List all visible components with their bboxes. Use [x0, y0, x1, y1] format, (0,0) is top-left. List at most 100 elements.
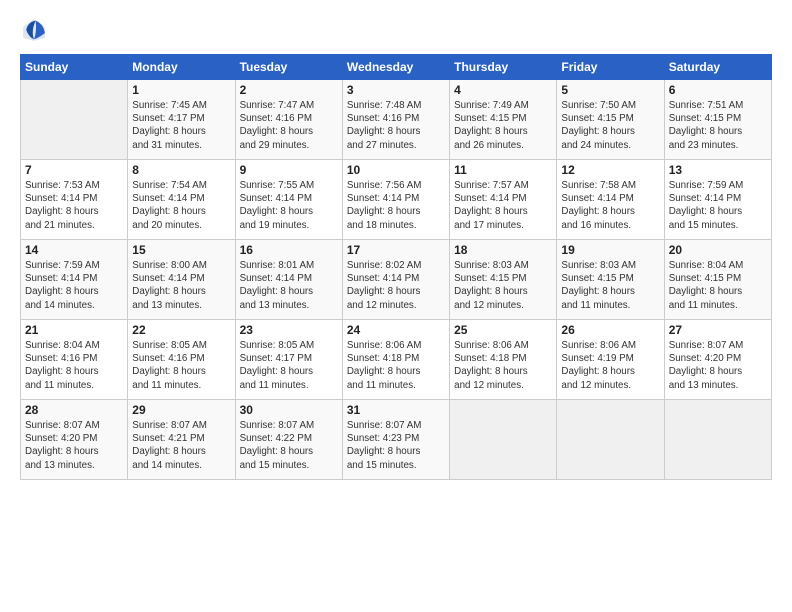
calendar-cell: 14 Sunrise: 7:59 AM Sunset: 4:14 PM Dayli… — [21, 240, 128, 320]
day-number: 2 — [240, 83, 338, 97]
day-info: Sunrise: 7:59 AM Sunset: 4:14 PM Dayligh… — [669, 179, 767, 232]
calendar-cell: 15Sunrise: 8:00 AM Sunset: 4:14 PM Dayli… — [128, 240, 235, 320]
calendar-cell: 31 Sunrise: 8:07 AM Sunset: 4:23 PM Dayli… — [342, 400, 449, 480]
day-number: 1 — [132, 83, 230, 97]
day-info: Sunrise: 7:51 AM Sunset: 4:15 PM Dayligh… — [669, 99, 767, 152]
day-info: Sunrise: 8:06 AM Sunset: 4:18 PM Dayligh… — [454, 339, 552, 392]
day-info: Sunrise: 7:58 AM Sunset: 4:14 PM Dayligh… — [561, 179, 659, 232]
week-row-2: 7 Sunrise: 7:53 AM Sunset: 4:14 PM Daylig… — [21, 160, 772, 240]
day-info: Sunrise: 8:07 AM Sunset: 4:20 PM Dayligh… — [25, 419, 123, 472]
day-number: 28 — [25, 403, 123, 417]
day-number: 24 — [347, 323, 445, 337]
day-info: Sunrise: 8:05 AM Sunset: 4:17 PM Dayligh… — [240, 339, 338, 392]
calendar-cell: 8Sunrise: 7:54 AM Sunset: 4:14 PM Daylig… — [128, 160, 235, 240]
calendar-cell: 4Sunrise: 7:49 AM Sunset: 4:15 PM Daylig… — [450, 80, 557, 160]
calendar-cell: 17 Sunrise: 8:02 AM Sunset: 4:14 PM Dayli… — [342, 240, 449, 320]
day-info: Sunrise: 8:07 AM Sunset: 4:22 PM Dayligh… — [240, 419, 338, 472]
day-number: 21 — [25, 323, 123, 337]
calendar-cell: 28 Sunrise: 8:07 AM Sunset: 4:20 PM Dayli… — [21, 400, 128, 480]
weekday-header-sunday: Sunday — [21, 55, 128, 80]
weekday-header-saturday: Saturday — [664, 55, 771, 80]
calendar-cell: 19 Sunrise: 8:03 AM Sunset: 4:15 PM Dayli… — [557, 240, 664, 320]
day-number: 20 — [669, 243, 767, 257]
day-info: Sunrise: 8:07 AM Sunset: 4:21 PM Dayligh… — [132, 419, 230, 472]
day-info: Sunrise: 8:05 AM Sunset: 4:16 PM Dayligh… — [132, 339, 230, 392]
page: SundayMondayTuesdayWednesdayThursdayFrid… — [0, 0, 792, 612]
day-number: 30 — [240, 403, 338, 417]
day-info: Sunrise: 8:07 AM Sunset: 4:23 PM Dayligh… — [347, 419, 445, 472]
calendar-cell: 3Sunrise: 7:48 AM Sunset: 4:16 PM Daylig… — [342, 80, 449, 160]
day-info: Sunrise: 8:00 AM Sunset: 4:14 PM Dayligh… — [132, 259, 230, 312]
day-number: 14 — [25, 243, 123, 257]
day-info: Sunrise: 8:03 AM Sunset: 4:15 PM Dayligh… — [561, 259, 659, 312]
day-number: 5 — [561, 83, 659, 97]
calendar-cell: 12 Sunrise: 7:58 AM Sunset: 4:14 PM Dayli… — [557, 160, 664, 240]
weekday-header-monday: Monday — [128, 55, 235, 80]
day-info: Sunrise: 8:03 AM Sunset: 4:15 PM Dayligh… — [454, 259, 552, 312]
calendar-cell: 11 Sunrise: 7:57 AM Sunset: 4:14 PM Dayli… — [450, 160, 557, 240]
calendar-cell: 5 Sunrise: 7:50 AM Sunset: 4:15 PM Daylig… — [557, 80, 664, 160]
calendar-table: SundayMondayTuesdayWednesdayThursdayFrid… — [20, 54, 772, 480]
week-row-3: 14 Sunrise: 7:59 AM Sunset: 4:14 PM Dayli… — [21, 240, 772, 320]
day-number: 25 — [454, 323, 552, 337]
weekday-header-wednesday: Wednesday — [342, 55, 449, 80]
day-info: Sunrise: 8:07 AM Sunset: 4:20 PM Dayligh… — [669, 339, 767, 392]
day-info: Sunrise: 7:59 AM Sunset: 4:14 PM Dayligh… — [25, 259, 123, 312]
day-info: Sunrise: 7:57 AM Sunset: 4:14 PM Dayligh… — [454, 179, 552, 232]
calendar-cell: 30 Sunrise: 8:07 AM Sunset: 4:22 PM Dayli… — [235, 400, 342, 480]
calendar-cell: 23Sunrise: 8:05 AM Sunset: 4:17 PM Dayli… — [235, 320, 342, 400]
calendar-cell: 9 Sunrise: 7:55 AM Sunset: 4:14 PM Daylig… — [235, 160, 342, 240]
day-number: 27 — [669, 323, 767, 337]
day-number: 9 — [240, 163, 338, 177]
day-info: Sunrise: 7:47 AM Sunset: 4:16 PM Dayligh… — [240, 99, 338, 152]
day-number: 18 — [454, 243, 552, 257]
calendar-cell — [21, 80, 128, 160]
day-info: Sunrise: 8:04 AM Sunset: 4:16 PM Dayligh… — [25, 339, 123, 392]
day-info: Sunrise: 7:49 AM Sunset: 4:15 PM Dayligh… — [454, 99, 552, 152]
calendar-cell: 26 Sunrise: 8:06 AM Sunset: 4:19 PM Dayli… — [557, 320, 664, 400]
day-number: 19 — [561, 243, 659, 257]
week-row-5: 28 Sunrise: 8:07 AM Sunset: 4:20 PM Dayli… — [21, 400, 772, 480]
week-row-1: 1 Sunrise: 7:45 AM Sunset: 4:17 PM Daylig… — [21, 80, 772, 160]
calendar-cell: 1 Sunrise: 7:45 AM Sunset: 4:17 PM Daylig… — [128, 80, 235, 160]
calendar-cell: 29 Sunrise: 8:07 AM Sunset: 4:21 PM Dayli… — [128, 400, 235, 480]
day-number: 12 — [561, 163, 659, 177]
day-info: Sunrise: 8:02 AM Sunset: 4:14 PM Dayligh… — [347, 259, 445, 312]
day-number: 16 — [240, 243, 338, 257]
calendar-cell: 13Sunrise: 7:59 AM Sunset: 4:14 PM Dayli… — [664, 160, 771, 240]
day-number: 26 — [561, 323, 659, 337]
day-info: Sunrise: 8:06 AM Sunset: 4:19 PM Dayligh… — [561, 339, 659, 392]
day-number: 31 — [347, 403, 445, 417]
day-number: 7 — [25, 163, 123, 177]
day-number: 10 — [347, 163, 445, 177]
day-number: 6 — [669, 83, 767, 97]
day-info: Sunrise: 7:55 AM Sunset: 4:14 PM Dayligh… — [240, 179, 338, 232]
calendar-cell: 16 Sunrise: 8:01 AM Sunset: 4:14 PM Dayli… — [235, 240, 342, 320]
calendar-cell: 10Sunrise: 7:56 AM Sunset: 4:14 PM Dayli… — [342, 160, 449, 240]
day-info: Sunrise: 7:53 AM Sunset: 4:14 PM Dayligh… — [25, 179, 123, 232]
day-number: 8 — [132, 163, 230, 177]
week-row-4: 21 Sunrise: 8:04 AM Sunset: 4:16 PM Dayli… — [21, 320, 772, 400]
calendar-cell: 20 Sunrise: 8:04 AM Sunset: 4:15 PM Dayli… — [664, 240, 771, 320]
day-number: 3 — [347, 83, 445, 97]
weekday-header-thursday: Thursday — [450, 55, 557, 80]
calendar-cell: 7 Sunrise: 7:53 AM Sunset: 4:14 PM Daylig… — [21, 160, 128, 240]
day-info: Sunrise: 7:50 AM Sunset: 4:15 PM Dayligh… — [561, 99, 659, 152]
calendar-cell: 27 Sunrise: 8:07 AM Sunset: 4:20 PM Dayli… — [664, 320, 771, 400]
calendar-cell: 2 Sunrise: 7:47 AM Sunset: 4:16 PM Daylig… — [235, 80, 342, 160]
logo-icon — [20, 16, 48, 44]
day-info: Sunrise: 8:04 AM Sunset: 4:15 PM Dayligh… — [669, 259, 767, 312]
weekday-header-friday: Friday — [557, 55, 664, 80]
day-number: 17 — [347, 243, 445, 257]
day-number: 22 — [132, 323, 230, 337]
day-number: 29 — [132, 403, 230, 417]
calendar-cell: 25 Sunrise: 8:06 AM Sunset: 4:18 PM Dayli… — [450, 320, 557, 400]
logo — [20, 16, 50, 44]
header — [20, 16, 772, 44]
calendar-header: SundayMondayTuesdayWednesdayThursdayFrid… — [21, 55, 772, 80]
day-info: Sunrise: 7:45 AM Sunset: 4:17 PM Dayligh… — [132, 99, 230, 152]
calendar-cell: 21 Sunrise: 8:04 AM Sunset: 4:16 PM Dayli… — [21, 320, 128, 400]
day-number: 11 — [454, 163, 552, 177]
calendar-body: 1 Sunrise: 7:45 AM Sunset: 4:17 PM Daylig… — [21, 80, 772, 480]
day-info: Sunrise: 8:01 AM Sunset: 4:14 PM Dayligh… — [240, 259, 338, 312]
